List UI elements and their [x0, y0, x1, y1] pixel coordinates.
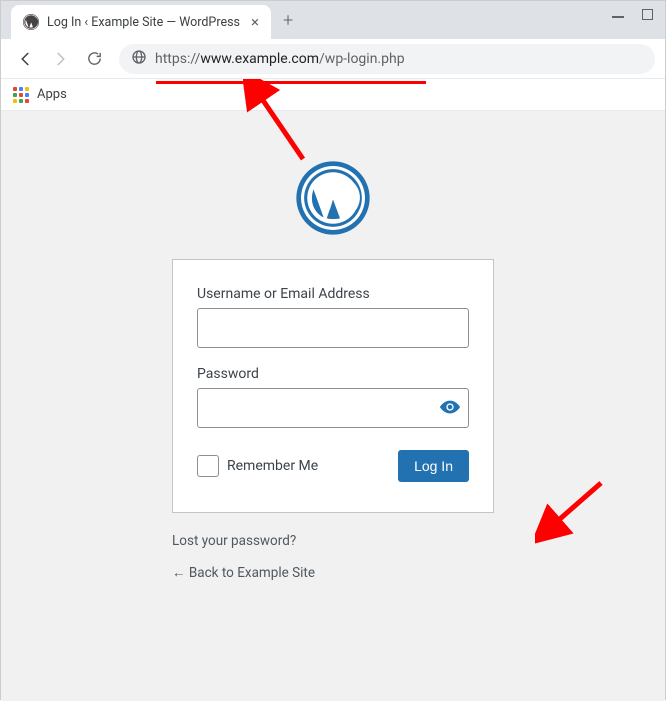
username-input[interactable]: [197, 308, 469, 348]
new-tab-button[interactable]: +: [283, 10, 293, 31]
back-button[interactable]: [11, 44, 41, 74]
back-to-site-link[interactable]: ← Back to Example Site: [172, 565, 494, 581]
tab-title: Log In ‹ Example Site — WordPress: [47, 15, 243, 30]
show-password-icon[interactable]: [439, 396, 461, 422]
window-maximize-icon[interactable]: [642, 9, 653, 20]
login-form: Username or Email Address Password Remem…: [172, 259, 494, 513]
url-text: https://www.example.com/wp-login.php: [155, 51, 405, 67]
window-controls: [612, 9, 653, 20]
window-minimize-icon[interactable]: [612, 16, 624, 18]
browser-tab[interactable]: Log In ‹ Example Site — WordPress ×: [11, 5, 271, 39]
url-host: www.example.com: [200, 51, 319, 67]
tab-bar: Log In ‹ Example Site — WordPress × +: [1, 1, 665, 39]
apps-label[interactable]: Apps: [37, 87, 67, 102]
lost-password-link[interactable]: Lost your password?: [172, 533, 494, 549]
wordpress-favicon: [23, 14, 39, 30]
wordpress-login-page: Username or Email Address Password Remem…: [1, 111, 665, 701]
reload-button[interactable]: [79, 44, 109, 74]
url-path: /wp-login.php: [319, 51, 405, 67]
password-input[interactable]: [197, 388, 469, 428]
wordpress-logo: [294, 159, 372, 237]
remember-me-label: Remember Me: [227, 458, 318, 474]
browser-chrome: Log In ‹ Example Site — WordPress × + ht…: [1, 1, 665, 111]
annotation-underline: [156, 81, 426, 84]
password-label: Password: [197, 366, 469, 382]
remember-me-checkbox[interactable]: [197, 455, 219, 477]
username-label: Username or Email Address: [197, 286, 469, 302]
browser-toolbar: https://www.example.com/wp-login.php: [1, 39, 665, 79]
apps-icon[interactable]: [13, 87, 29, 103]
forward-button[interactable]: [45, 44, 75, 74]
address-bar[interactable]: https://www.example.com/wp-login.php: [119, 44, 655, 74]
site-info-icon[interactable]: [131, 49, 147, 69]
url-scheme: https://: [155, 51, 200, 67]
login-button[interactable]: Log In: [398, 450, 469, 482]
tab-close-icon[interactable]: ×: [251, 13, 259, 31]
